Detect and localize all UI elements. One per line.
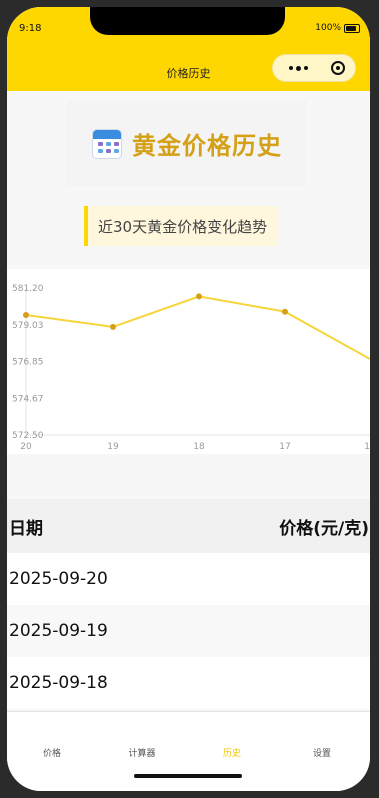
- hero-title: 黄金价格历史: [132, 132, 282, 160]
- table-row: 2025-09-18: [7, 657, 370, 709]
- series-line: [25, 295, 370, 360]
- y-tick-label: 581.20: [12, 284, 44, 294]
- header-price: 价格(元/克): [279, 518, 369, 539]
- phone-frame: 9:18 100% 价格 历史 黄金价格历史 近30天黄金价格变化趋势 581.2…: [7, 7, 370, 791]
- status-battery: 100%: [315, 23, 360, 33]
- row-date: 2025-09-20: [9, 569, 108, 589]
- mini-program-capsule: [272, 54, 356, 82]
- price-chart: 581.20 579.03 576.85 574.67 572.5020 19 18 17 16: [7, 269, 370, 454]
- x-tick-label: 19: [107, 442, 119, 452]
- row-date: 2025-09-19: [9, 621, 108, 641]
- data-point: [282, 308, 288, 315]
- calendar-icon: [92, 128, 122, 159]
- battery-label: 100%: [315, 23, 341, 33]
- main-content: 黄金价格历史 近30天黄金价格变化趋势 581.20 579.03 576.85 57…: [7, 91, 370, 711]
- x-tick-label: 17: [279, 442, 290, 452]
- data-point: [110, 323, 116, 330]
- y-tick-label: 574.67: [12, 394, 44, 404]
- chart-svg: 581.20 579.03 576.85 574.67 572.5020 19 18 17 16: [12, 284, 370, 452]
- home-indicator: [134, 774, 242, 778]
- y-tick-label: 579.03: [12, 321, 44, 331]
- x-tick-label: 20: [20, 442, 32, 452]
- close-target-icon[interactable]: [331, 61, 345, 75]
- more-icon[interactable]: [289, 65, 308, 71]
- header-date: 日期: [9, 518, 43, 539]
- y-tick-label: 576.85: [12, 358, 44, 368]
- tab-settings[interactable]: 设置: [277, 746, 367, 759]
- row-date: 2025-09-18: [9, 673, 108, 693]
- battery-icon: [344, 23, 360, 33]
- spacer: [7, 454, 370, 499]
- x-tick-label: 16: [364, 442, 370, 452]
- x-tick-label: 18: [193, 442, 205, 452]
- tab-calculator[interactable]: 计算器: [97, 746, 187, 759]
- data-point: [23, 312, 29, 318]
- data-point: [196, 293, 202, 300]
- table-header: 日期 价格(元/克): [7, 499, 370, 553]
- tab-bar: 价格 计算器 历史 设置: [7, 711, 370, 791]
- status-time: 9:18: [19, 23, 42, 34]
- device-notch: [90, 7, 285, 35]
- table-row: 2025-09-19: [7, 605, 370, 657]
- hero-banner: 黄金价格历史: [67, 101, 307, 186]
- tab-history[interactable]: 历史: [187, 746, 277, 759]
- tab-price[interactable]: 价格: [7, 746, 97, 759]
- table-row: 2025-09-20: [7, 553, 370, 605]
- y-tick-label: 572.50: [12, 431, 44, 441]
- section-subtitle: 近30天黄金价格变化趋势: [84, 206, 278, 246]
